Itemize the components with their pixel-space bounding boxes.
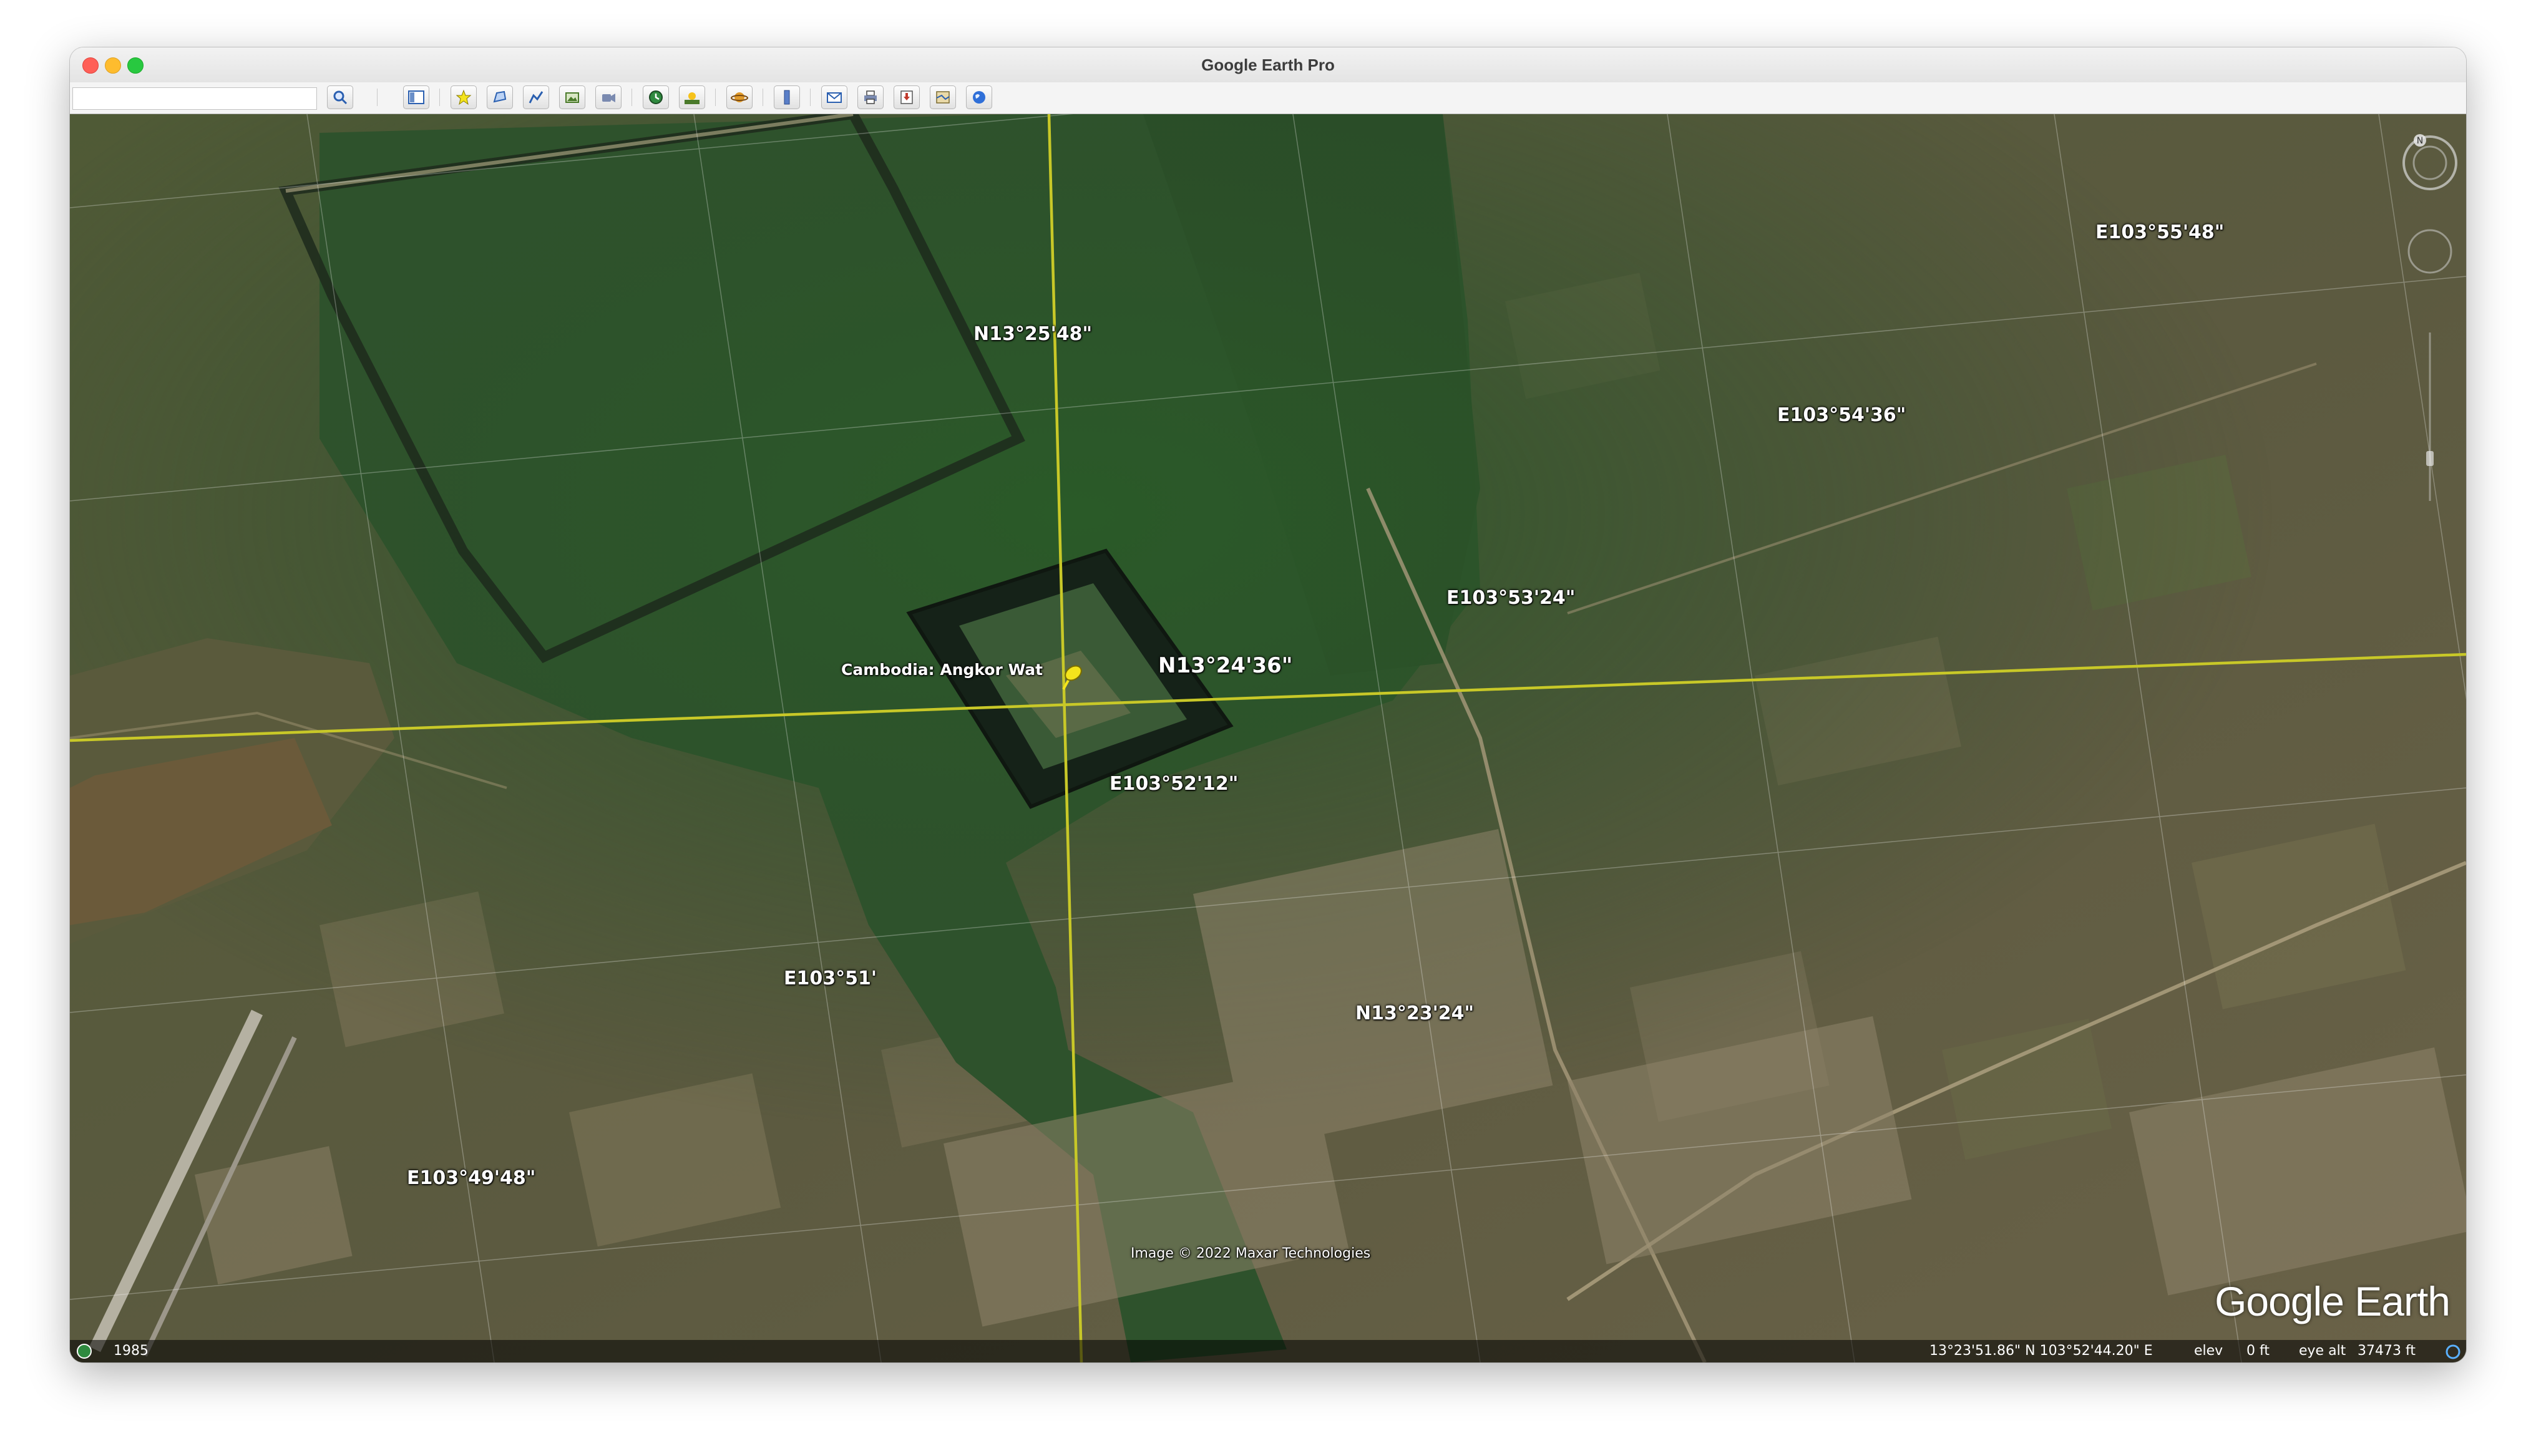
add-polygon-button[interactable] xyxy=(487,85,513,109)
historical-imagery-status-icon[interactable] xyxy=(76,1343,92,1359)
streaming-status-icon xyxy=(2446,1344,2460,1359)
grid-label-lon-5: E103°51' xyxy=(784,968,877,989)
title-bar: Google Earth Pro xyxy=(70,47,2466,83)
navigation-controls[interactable]: N xyxy=(2401,127,2459,526)
google-earth-logo: Google Earth xyxy=(2215,1278,2451,1324)
grid-label-lat-3: N13°23'24" xyxy=(1355,1002,1475,1024)
imagery-year: 1985 xyxy=(114,1343,149,1359)
imagery-attribution: Image © 2022 Maxar Technologies xyxy=(1131,1246,1371,1261)
grid-label-lon-6: E103°49'48" xyxy=(407,1167,536,1189)
save-image-icon xyxy=(900,90,913,104)
email-icon xyxy=(827,92,842,103)
cursor-coordinates: 13°23'51.86" N 103°52'44.20" E xyxy=(1929,1343,2153,1359)
record-tour-button[interactable] xyxy=(595,85,622,109)
placemark-label[interactable]: Cambodia: Angkor Wat xyxy=(841,661,1043,679)
add-placemark-icon xyxy=(456,89,472,105)
add-path-icon xyxy=(529,91,544,104)
grid-label-lon-1: E103°55'48" xyxy=(2095,221,2225,243)
add-image-overlay-icon xyxy=(565,92,579,103)
add-image-overlay-button[interactable] xyxy=(559,85,585,109)
elev-value: 0 ft xyxy=(2246,1343,2270,1359)
sidebar-toggle-button[interactable] xyxy=(403,85,429,109)
grid-label-lat-1: N13°25'48" xyxy=(973,323,1093,345)
search-icon xyxy=(333,90,348,105)
toolbar xyxy=(70,82,2466,114)
svg-text:N: N xyxy=(2417,136,2423,146)
historical-imagery-icon xyxy=(649,90,663,104)
sidebar-toggle-icon xyxy=(408,90,424,104)
status-bar: 1985 13°23'51.86" N 103°52'44.20" E elev… xyxy=(70,1340,2466,1362)
map-view[interactable]: N Cambodia: Angkor Wat N13°25'48" N13°24… xyxy=(70,114,2466,1362)
placemark-pin-icon[interactable] xyxy=(1055,664,1085,697)
eye-alt-label: eye alt xyxy=(2299,1343,2346,1359)
search-input[interactable] xyxy=(72,87,317,110)
earth-globe-button[interactable] xyxy=(966,85,992,109)
view-in-maps-icon xyxy=(936,91,950,104)
record-tour-icon xyxy=(602,94,615,102)
earth-globe-icon xyxy=(973,91,985,104)
email-button[interactable] xyxy=(821,85,847,109)
window-title: Google Earth Pro xyxy=(1201,56,1335,74)
grid-label-lon-2: E103°54'36" xyxy=(1777,404,1906,426)
elev-label: elev xyxy=(2194,1343,2223,1359)
grid-label-lon-4: E103°52'12" xyxy=(1110,773,1239,795)
print-button[interactable] xyxy=(857,85,884,109)
historical-imagery-button[interactable] xyxy=(643,85,669,109)
grid-label-lat-2: N13°24'36" xyxy=(1158,653,1293,678)
save-image-button[interactable] xyxy=(894,85,920,109)
eye-alt-value: 37473 ft xyxy=(2358,1343,2416,1359)
view-in-maps-button[interactable] xyxy=(930,85,956,109)
grid-label-lon-3: E103°53'24" xyxy=(1446,587,1576,609)
add-placemark-button[interactable] xyxy=(451,85,477,109)
add-polygon-icon xyxy=(493,90,507,103)
planets-button[interactable] xyxy=(726,85,753,109)
search-button[interactable] xyxy=(327,85,353,109)
ruler-button[interactable] xyxy=(774,85,800,109)
ruler-icon xyxy=(784,90,790,105)
sunlight-icon xyxy=(685,92,700,104)
google-earth-window: Google Earth Pro N Cambodia: Angkor Wat … xyxy=(70,47,2466,1362)
add-path-button[interactable] xyxy=(523,85,549,109)
print-icon xyxy=(864,90,877,104)
sunlight-button[interactable] xyxy=(679,85,705,109)
planets-icon xyxy=(731,92,748,102)
